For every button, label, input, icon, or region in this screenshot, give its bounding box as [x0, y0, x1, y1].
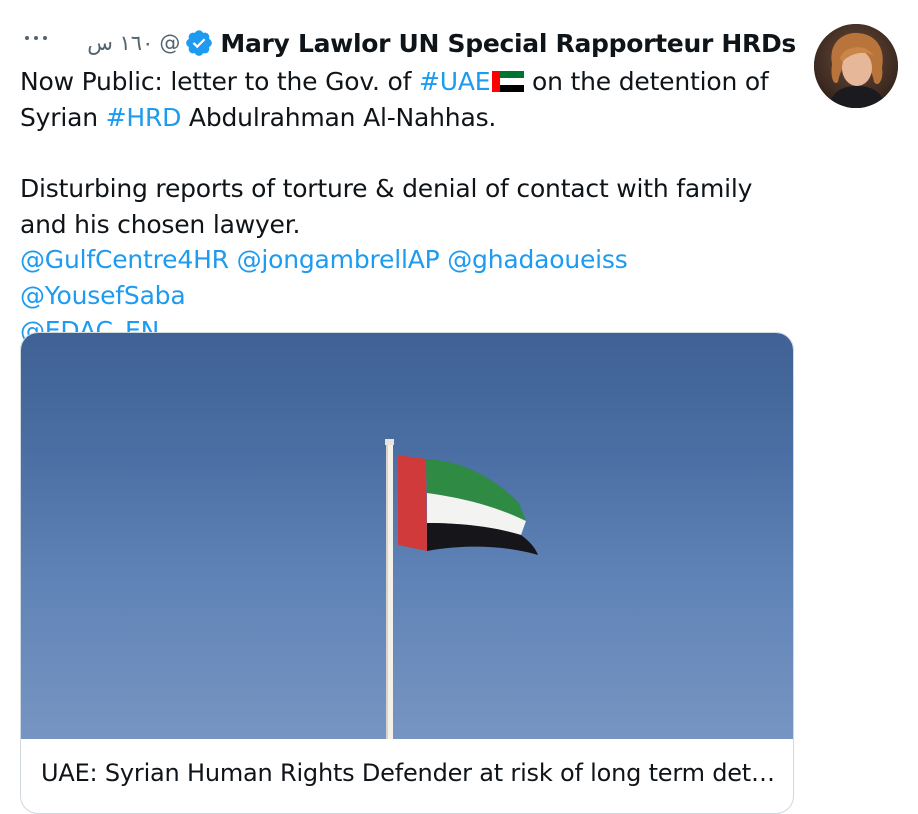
- tweet-paragraph: Disturbing reports of torture & denial o…: [20, 174, 753, 239]
- mention-link[interactable]: @jongambrellAP: [237, 245, 440, 274]
- uae-flag-emoji-icon: [492, 71, 525, 92]
- tweet-line: Now Public: letter to the Gov. of #UAE o…: [20, 64, 800, 100]
- mention-link[interactable]: @ghadaoueiss: [447, 245, 628, 274]
- hashtag-uae-link[interactable]: #UAE: [419, 67, 491, 96]
- tweet-text: Now Public: letter to the Gov. of #UAE o…: [20, 64, 800, 349]
- mention-link[interactable]: @GulfCentre4HR: [20, 245, 229, 274]
- mention-link[interactable]: @YousefSaba: [20, 281, 186, 310]
- author-name[interactable]: Mary Lawlor UN Special Rapporteur HRDs: [220, 29, 796, 58]
- tweet: ١٦٠ س @ Mary Lawlor UN Special Rapporteu…: [0, 0, 918, 814]
- tweet-header: ١٦٠ س @ Mary Lawlor UN Special Rapporteu…: [87, 26, 796, 60]
- verified-badge-icon: [186, 30, 213, 56]
- link-card[interactable]: UAE: Syrian Human Rights Defender at ris…: [20, 332, 794, 814]
- more-dot: [25, 36, 29, 40]
- avatar-image: [814, 24, 898, 108]
- more-dot: [43, 36, 47, 40]
- tweet-line: Syrian #HRD Abdulrahman Al-Nahhas.: [20, 100, 800, 136]
- text-segment: Abdulrahman Al-Nahhas.: [181, 102, 497, 132]
- hashtag-hrd-link[interactable]: #HRD: [106, 103, 182, 132]
- more-dot: [34, 36, 38, 40]
- more-options-button[interactable]: [20, 24, 52, 52]
- card-title: UAE: Syrian Human Rights Defender at ris…: [41, 759, 775, 787]
- card-image: [21, 333, 793, 739]
- text-segment: Syrian: [20, 102, 106, 132]
- flag-photo: [385, 439, 538, 739]
- author-avatar[interactable]: [814, 24, 898, 108]
- text-segment: Now Public: letter to the Gov. of: [20, 67, 419, 96]
- handle-at-sign[interactable]: @: [159, 31, 180, 55]
- text-segment: on the detention of: [524, 67, 769, 96]
- tweet-timestamp[interactable]: ١٦٠ س: [87, 31, 153, 55]
